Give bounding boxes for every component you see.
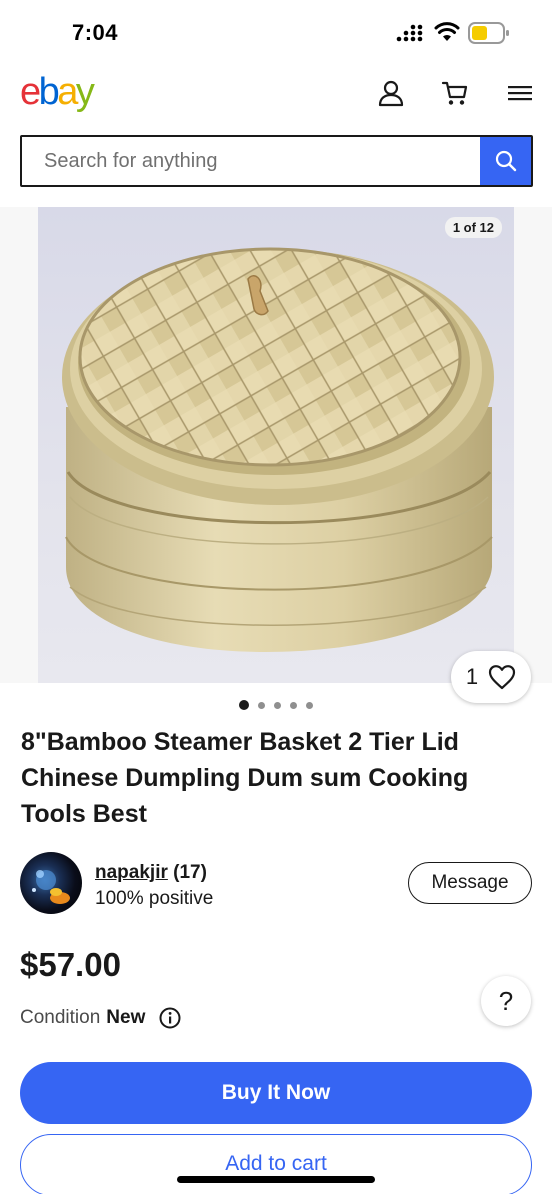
item-condition: Condition New — [20, 1007, 181, 1029]
seller-username[interactable]: napakjir — [95, 862, 168, 883]
condition-label: Condition — [20, 1007, 101, 1028]
user-icon[interactable] — [376, 78, 406, 108]
add-to-cart-button[interactable]: Add to cart — [20, 1134, 532, 1194]
home-indicator[interactable] — [177, 1176, 375, 1183]
cart-icon[interactable] — [440, 78, 470, 108]
product-photo[interactable]: 1 of 12 — [38, 207, 514, 683]
image-counter-badge: 1 of 12 — [444, 217, 502, 238]
header: ebay — [0, 62, 552, 126]
search-button[interactable] — [480, 137, 531, 185]
heart-icon — [489, 665, 516, 690]
wifi-icon — [434, 22, 460, 41]
pagination-dot[interactable] — [274, 701, 281, 709]
battery-icon — [468, 22, 509, 44]
pagination-dot[interactable] — [239, 700, 249, 710]
product-price: $57.00 — [20, 946, 121, 983]
signal-icon — [396, 24, 423, 42]
gallery-pagination — [0, 700, 552, 710]
pagination-dot[interactable] — [290, 701, 297, 709]
product-gallery[interactable]: 1 of 12 — [0, 207, 552, 683]
ebay-logo[interactable]: ebay — [20, 72, 95, 112]
search-bar — [20, 135, 533, 187]
buy-it-now-button[interactable]: Buy It Now — [20, 1062, 532, 1124]
seller-avatar[interactable] — [20, 852, 82, 914]
menu-icon[interactable] — [505, 78, 535, 108]
status-bar: 7:04 — [0, 0, 552, 62]
bamboo-steamer-image — [62, 247, 494, 652]
product-title: 8"Bamboo Steamer Basket 2 Tier Lid Chine… — [21, 728, 469, 828]
pagination-dot[interactable] — [306, 701, 313, 709]
search-input[interactable] — [22, 137, 480, 185]
seller-name[interactable]: napakjir (17) — [95, 862, 207, 884]
avatar-image — [32, 870, 70, 904]
pagination-dot[interactable] — [258, 701, 265, 709]
status-time: 7:04 — [72, 20, 119, 45]
help-button[interactable]: ? — [481, 976, 531, 1026]
message-button[interactable]: Message — [408, 862, 532, 904]
seller-score: (17) — [173, 862, 207, 883]
info-icon[interactable] — [159, 1007, 181, 1029]
seller-info: napakjir (17) 100% positive Message — [20, 852, 532, 916]
search-icon — [495, 150, 516, 172]
condition-value: New — [106, 1007, 146, 1028]
watch-button[interactable]: 1 — [451, 651, 531, 703]
seller-feedback: 100% positive — [95, 888, 214, 909]
watch-count: 1 — [465, 664, 479, 689]
